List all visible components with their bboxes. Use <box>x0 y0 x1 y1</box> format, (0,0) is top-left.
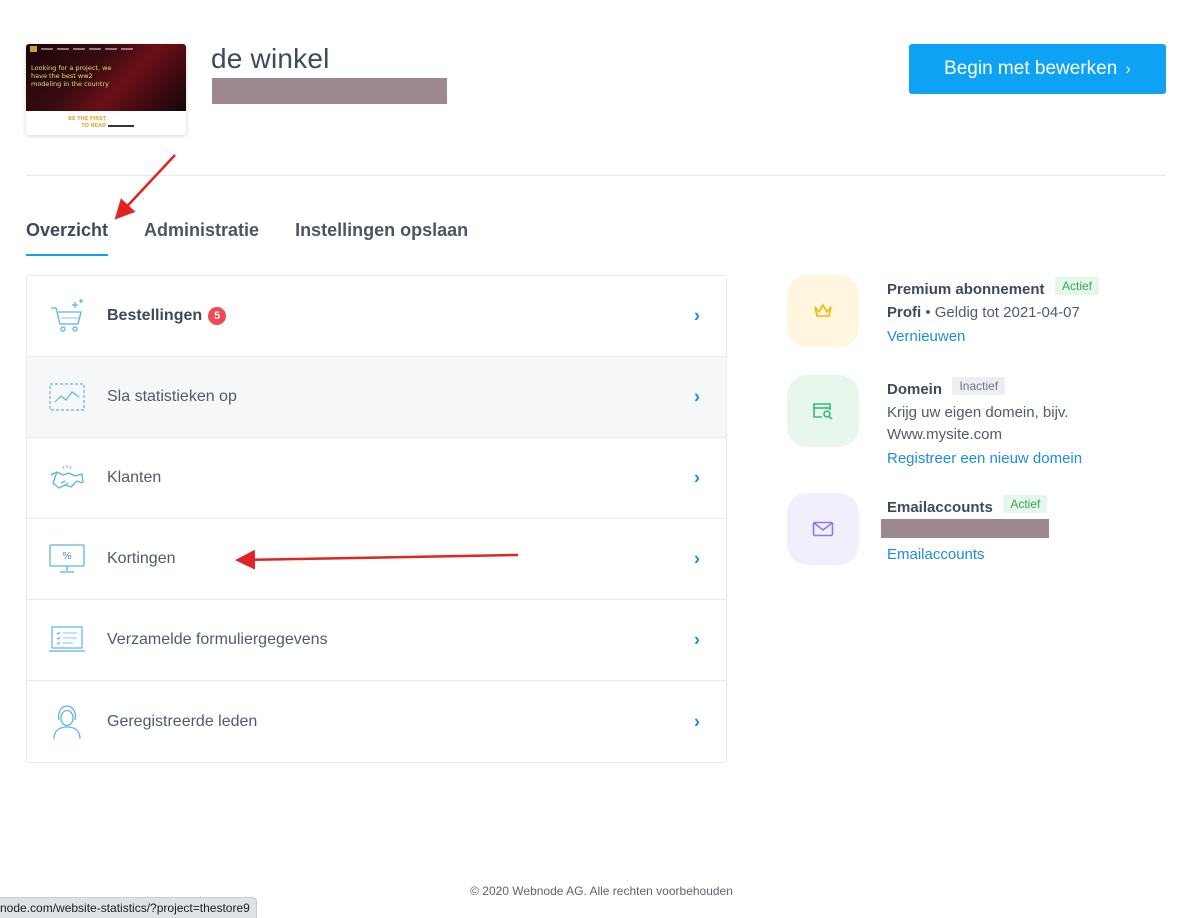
chevron-right-icon: › <box>694 467 700 488</box>
orders-count-badge: 5 <box>208 307 227 325</box>
crown-icon <box>787 275 859 347</box>
menu-item-label: Bestellingen <box>107 307 203 324</box>
status-badge: Actief <box>1003 495 1048 513</box>
svg-text:%: % <box>62 551 72 562</box>
tab-instellingen-opslaan[interactable]: Instellingen opslaan <box>295 220 468 256</box>
domain-description: Krijg uw eigen domein, bijv. Www.mysite.… <box>887 404 1069 443</box>
chevron-right-icon: › <box>1125 59 1131 78</box>
email-title: Emailaccounts <box>887 499 993 516</box>
store-menu: Bestellingen 5 › Sla statistieken op › K… <box>26 275 727 763</box>
menu-item-label: Sla statistieken op <box>107 388 237 405</box>
statistics-chart-icon <box>48 378 86 416</box>
menu-item-label: Geregistreerde leden <box>107 712 258 730</box>
status-badge: Inactief <box>952 377 1006 395</box>
redacted-site-url <box>212 78 447 104</box>
thumbnail-bar <box>108 125 134 127</box>
site-title: de winkel <box>211 43 330 74</box>
footer-copyright: © 2020 Webnode AG. Alle rechten voorbeho… <box>470 884 733 898</box>
browser-status-url: node.com/website-statistics/?project=the… <box>0 897 257 918</box>
envelope-icon <box>787 493 859 565</box>
member-avatar-icon <box>48 703 86 741</box>
edit-site-button-label: Begin met bewerken <box>944 58 1118 79</box>
domain-search-icon <box>787 375 859 447</box>
chevron-right-icon: › <box>694 305 700 326</box>
edit-site-button[interactable]: Begin met bewerken › <box>909 44 1166 94</box>
form-laptop-icon <box>48 621 86 659</box>
site-thumbnail[interactable]: Looking for a project, we have the best … <box>26 44 186 135</box>
menu-item-formuliergegevens[interactable]: Verzamelde formuliergegevens › <box>27 600 726 681</box>
plan-validity: • Geldig tot 2021-04-07 <box>921 304 1080 321</box>
handshake-icon <box>48 459 86 497</box>
thumbnail-nav-item <box>57 48 69 50</box>
chevron-right-icon: › <box>694 629 700 650</box>
plan-name: Profi <box>887 304 922 321</box>
chevron-right-icon: › <box>694 548 700 569</box>
menu-item-bestellingen[interactable]: Bestellingen 5 › <box>27 276 726 357</box>
chevron-right-icon: › <box>694 386 700 407</box>
tab-overzicht[interactable]: Overzicht <box>26 220 109 256</box>
tab-administratie[interactable]: Administratie <box>144 220 259 256</box>
premium-title: Premium abonnement <box>887 281 1045 298</box>
tab-bar: Overzicht Administratie Instellingen ops… <box>26 220 468 256</box>
menu-item-label: Verzamelde formuliergegevens <box>107 631 328 648</box>
discount-monitor-icon: % <box>48 540 86 578</box>
redacted-email-address <box>881 519 1049 538</box>
thumbnail-nav <box>30 46 182 52</box>
thumbnail-logo <box>30 46 37 52</box>
annotation-arrow-tab <box>114 154 176 220</box>
thumbnail-nav-item <box>105 48 117 50</box>
domain-title: Domein <box>887 381 943 398</box>
menu-item-label: Klanten <box>107 469 162 486</box>
renew-link[interactable]: Vernieuwen <box>887 328 965 345</box>
menu-item-statistieken[interactable]: Sla statistieken op › <box>27 357 726 438</box>
thumbnail-footer: BE THE FIRST TO READ <box>26 111 186 135</box>
chevron-right-icon: › <box>694 711 700 731</box>
header-divider <box>26 175 1166 176</box>
menu-item-klanten[interactable]: Klanten › <box>27 438 726 519</box>
email-accounts-link[interactable]: Emailaccounts <box>887 546 985 563</box>
register-domain-link[interactable]: Registreer een nieuw domein <box>887 450 1082 467</box>
thumbnail-hero: Looking for a project, we have the best … <box>26 44 186 111</box>
thumbnail-nav-item <box>121 48 133 50</box>
thumbnail-nav-item <box>41 48 53 50</box>
menu-item-geregistreerde-leden[interactable]: Geregistreerde leden › <box>27 681 726 762</box>
menu-item-kortingen[interactable]: % Kortingen › <box>27 519 726 600</box>
thumbnail-headline: Looking for a project, we have the best … <box>31 64 112 88</box>
thumbnail-nav-item <box>73 48 85 50</box>
thumbnail-nav-item <box>89 48 101 50</box>
shopping-cart-icon <box>48 297 86 335</box>
thumbnail-cta: BE THE FIRST TO READ <box>68 116 106 129</box>
status-badge: Actief <box>1054 277 1099 295</box>
menu-item-label: Kortingen <box>107 550 176 567</box>
premium-description: Profi • Geldig tot 2021-04-07 <box>887 302 1177 324</box>
